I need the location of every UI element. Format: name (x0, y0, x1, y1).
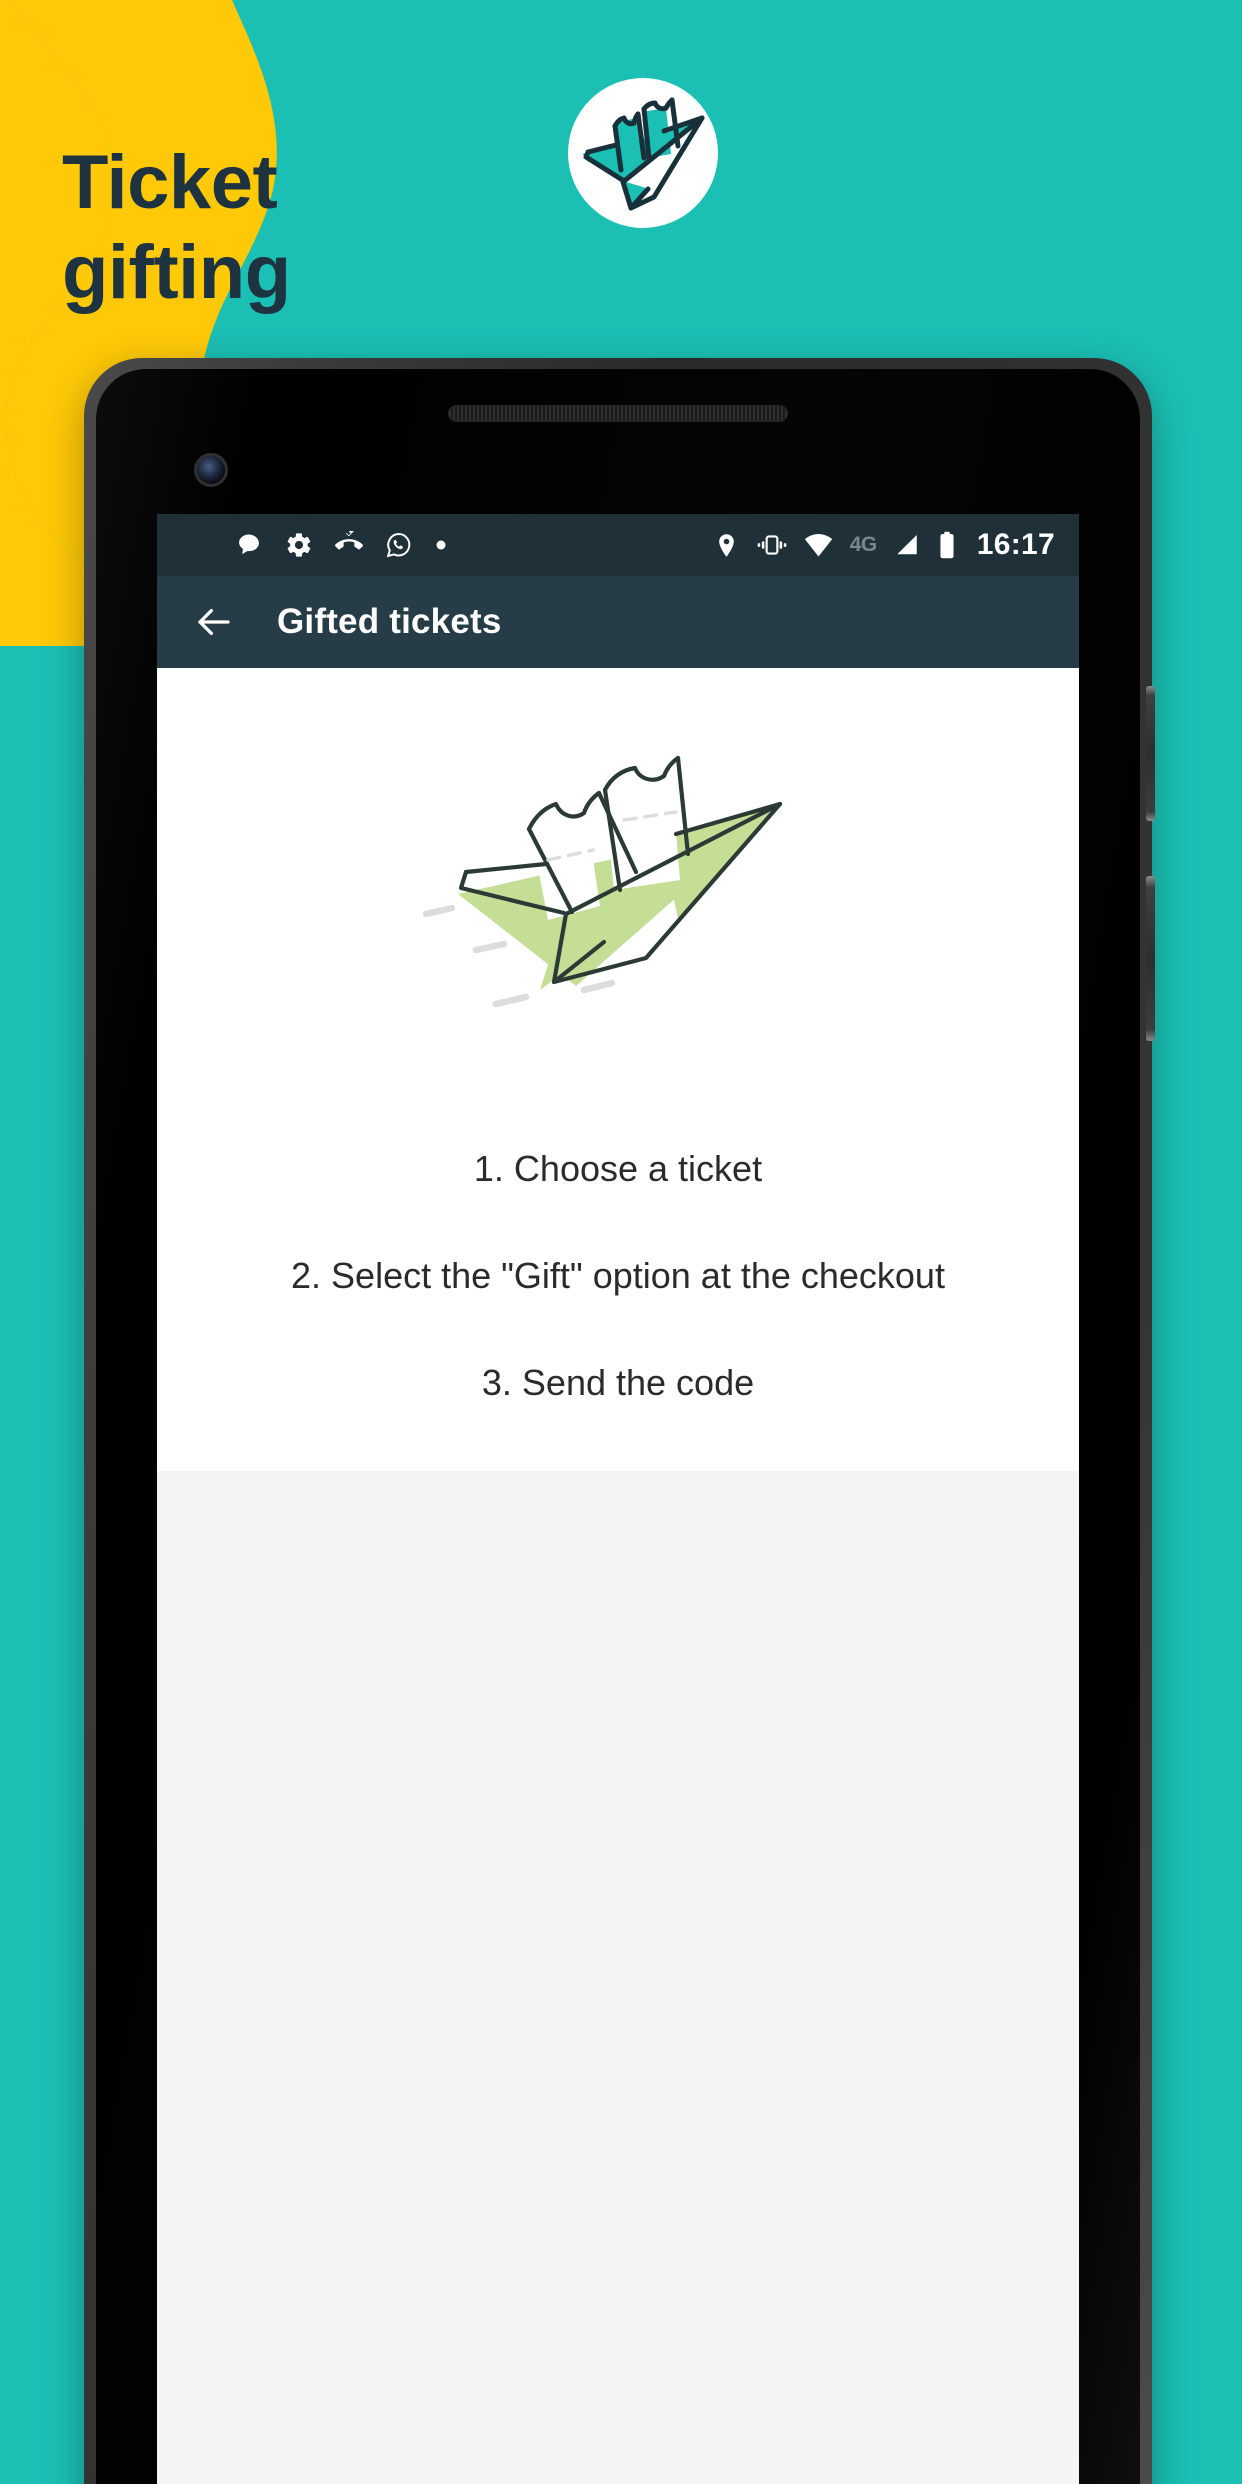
instruction-step: 1. Choose a ticket (473, 1148, 763, 1189)
app-bar-title: Gifted tickets (277, 602, 502, 641)
status-bar-left-icons (235, 531, 447, 559)
status-bar-clock: 16:17 (976, 528, 1055, 561)
vibrate-icon (757, 531, 787, 559)
instruction-step: 2. Select the "Gift" option at the check… (291, 1255, 945, 1296)
front-camera-icon (194, 453, 228, 487)
earpiece-speaker (448, 405, 788, 422)
paper-plane-tickets-logo-icon (582, 97, 705, 211)
status-bar: 4G 16:17 (157, 514, 1079, 576)
brand-logo (568, 78, 718, 228)
cellular-signal-icon (894, 532, 920, 558)
whatsapp-icon (385, 531, 413, 559)
phone-screen: 4G 16:17 Gifted tickets 1. Choose a tick… (157, 514, 1079, 2484)
empty-content-area (157, 1471, 1079, 2071)
notification-dot-icon (435, 539, 447, 551)
network-type-label: 4G (849, 533, 878, 556)
paper-plane-tickets-illustration-icon (422, 755, 783, 1008)
power-button[interactable] (1146, 686, 1155, 821)
message-bubble-icon (235, 531, 263, 559)
phone-mockup: 4G 16:17 Gifted tickets 1. Choose a tick… (84, 358, 1155, 2484)
wifi-icon (804, 532, 833, 558)
settings-gear-icon (285, 531, 313, 559)
instruction-step: 3. Send the code (481, 1362, 755, 1403)
battery-full-icon (937, 531, 957, 559)
back-arrow-icon[interactable] (191, 599, 237, 645)
location-pin-icon (713, 532, 740, 559)
volume-button[interactable] (1146, 876, 1155, 1041)
missed-call-icon (335, 531, 363, 559)
gifting-instructions-card: 1. Choose a ticket 2. Select the "Gift" … (157, 668, 1079, 1471)
app-bar: Gifted tickets (157, 576, 1079, 668)
paper-plane-tickets-illustration (157, 742, 1079, 1042)
status-bar-right-icons: 4G 16:17 (713, 528, 1055, 562)
